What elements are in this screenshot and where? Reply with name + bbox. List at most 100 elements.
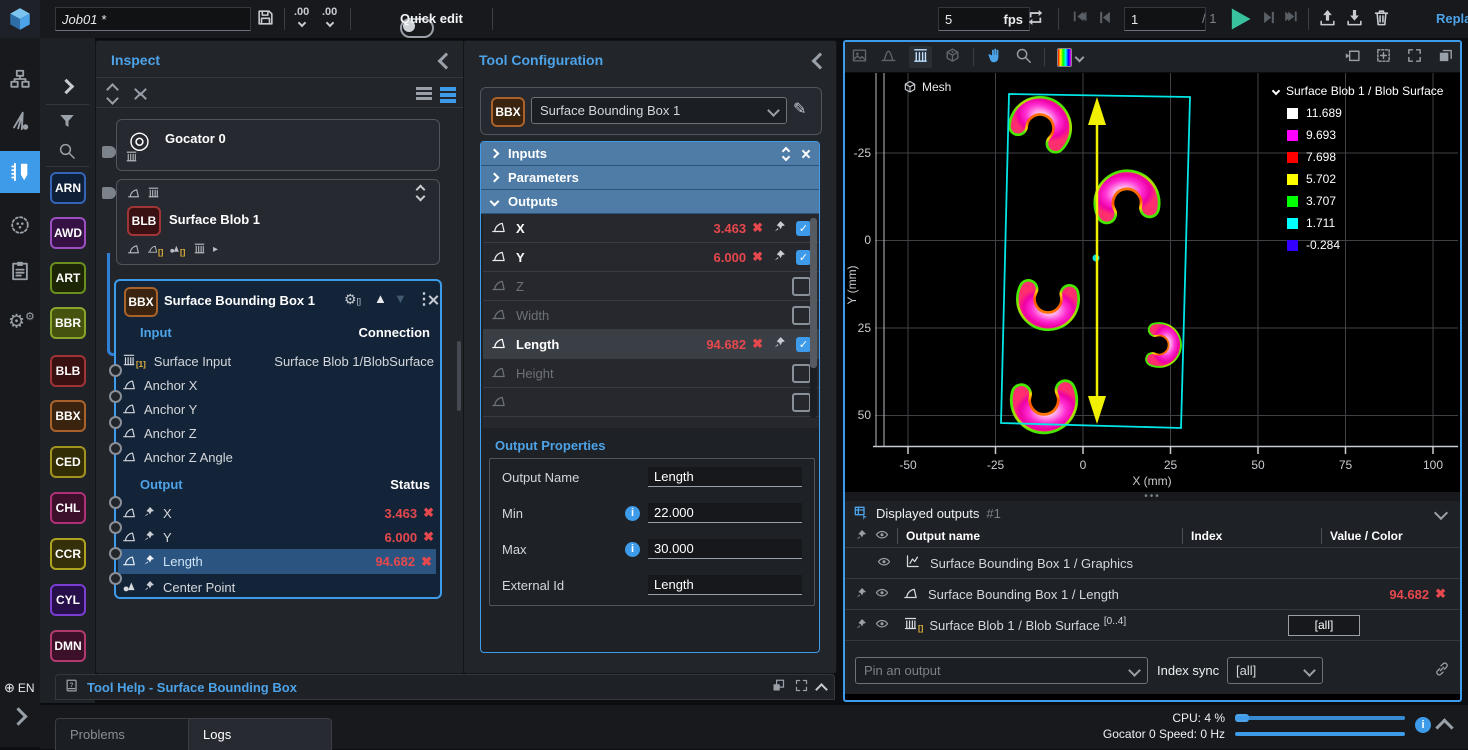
fps-field[interactable]: 5 fps: [938, 7, 1030, 31]
pin-icon[interactable]: [143, 580, 155, 595]
output-enabled-checkbox[interactable]: ✓: [796, 221, 811, 236]
palette-expand-button[interactable]: [61, 80, 72, 95]
sections-collapse-icon[interactable]: [803, 148, 809, 160]
blob-out-angle-icon[interactable]: [127, 242, 140, 258]
anchor-x-socket[interactable]: [109, 364, 122, 377]
compact-view-button-active[interactable]: [440, 87, 456, 103]
blob-out-surface-icon[interactable]: [193, 242, 206, 258]
collapse-all-button[interactable]: [136, 85, 145, 103]
filter-tools-icon[interactable]: [58, 112, 76, 133]
tool-badge-art[interactable]: ART: [50, 262, 86, 294]
frame-number-input[interactable]: [1124, 7, 1206, 31]
move-up-icon[interactable]: ▲: [374, 291, 387, 306]
eye-icon[interactable]: [877, 555, 891, 572]
index-value-input[interactable]: [all]: [1288, 615, 1360, 636]
surface-view-icon-active[interactable]: [909, 46, 932, 68]
fps-value[interactable]: 5: [945, 12, 952, 27]
tc-output-width-row[interactable]: Width: [483, 301, 819, 330]
search-tools-icon[interactable]: [58, 142, 76, 163]
mesh-view-icon[interactable]: [944, 47, 961, 67]
card-collapse-toggle[interactable]: [417, 186, 424, 200]
viewer-splitter-handle[interactable]: •••: [845, 492, 1460, 501]
loop-playback-button[interactable]: [1026, 8, 1045, 30]
anchor-y-row[interactable]: Anchor Y: [122, 397, 434, 421]
output-enabled-checkbox[interactable]: [792, 306, 811, 325]
export-button[interactable]: [1318, 8, 1337, 30]
inputs-section-header[interactable]: Inputs: [481, 142, 819, 166]
mesh-indicator[interactable]: Mesh: [903, 80, 951, 94]
anchor-z-socket[interactable]: [109, 416, 122, 429]
chevron-down-icon[interactable]: [1434, 506, 1448, 520]
link-icon[interactable]: [1434, 661, 1450, 680]
parameters-section-header[interactable]: Parameters: [481, 166, 819, 190]
tc-output-height-row[interactable]: Height: [483, 359, 819, 388]
status-info-icon[interactable]: i: [1415, 717, 1431, 733]
models-icon[interactable]: [9, 214, 31, 239]
output-enabled-checkbox[interactable]: ✓: [796, 337, 811, 352]
info-icon[interactable]: i: [625, 506, 640, 521]
do-row-graphics[interactable]: Surface Bounding Box 1 / Graphics: [845, 547, 1460, 579]
anchor-z-row[interactable]: Anchor Z: [122, 421, 434, 445]
legend-collapse-icon[interactable]: [1272, 87, 1280, 95]
anchor-y-socket[interactable]: [109, 390, 122, 403]
app-logo[interactable]: [0, 0, 40, 38]
output-enabled-checkbox[interactable]: [792, 364, 811, 383]
tab-logs-active[interactable]: Logs: [188, 718, 332, 750]
max-input[interactable]: [648, 539, 802, 559]
chevron-up-icon[interactable]: [815, 683, 828, 696]
eye-icon[interactable]: [875, 617, 889, 634]
output-enabled-checkbox[interactable]: [792, 277, 811, 296]
expand-rail-button[interactable]: [12, 710, 25, 726]
decrease-decimals-button[interactable]: .00: [294, 7, 309, 29]
tc-output-length-row-selected[interactable]: Length 94.682 ✖ ✓: [483, 330, 819, 359]
inspect-scrollbar-thumb[interactable]: [457, 341, 461, 411]
skip-first-frame-button[interactable]: [1072, 10, 1089, 28]
settings-gears-icon[interactable]: ⚙⚙: [8, 310, 35, 333]
pin-icon[interactable]: [855, 618, 867, 633]
play-button[interactable]: [1226, 5, 1254, 36]
language-selector[interactable]: ⊕ EN: [4, 680, 35, 696]
surface-input-icon[interactable]: [147, 186, 160, 202]
info-icon[interactable]: i: [625, 542, 640, 557]
tool-badge-bbr[interactable]: BBR: [50, 307, 86, 339]
tool-badge-ccr[interactable]: CCR: [50, 538, 86, 570]
expand-help-icon[interactable]: [794, 678, 809, 696]
outputs-scrollbar[interactable]: [810, 218, 817, 418]
tool-badge-dmn[interactable]: DMN: [50, 630, 86, 662]
rename-tool-pencil-icon[interactable]: ✎: [793, 99, 806, 119]
move-down-icon[interactable]: ▼: [394, 291, 407, 306]
zoom-magnifier-icon[interactable]: [1015, 47, 1032, 67]
output-center-point-row[interactable]: Center Point: [122, 575, 434, 599]
save-button[interactable]: [256, 8, 275, 30]
skip-last-frame-button[interactable]: [1284, 10, 1301, 28]
tool-config-collapse-button[interactable]: [814, 55, 826, 70]
tool-badge-chl[interactable]: CHL: [50, 492, 86, 524]
sections-expand-icon[interactable]: [783, 148, 789, 160]
pan-hand-icon[interactable]: [986, 47, 1003, 67]
tool-badge-awd[interactable]: AWD: [50, 217, 86, 249]
output-center-socket[interactable]: [109, 572, 122, 585]
pin-icon[interactable]: [855, 587, 867, 602]
pin-icon[interactable]: [143, 506, 155, 521]
tool-badge-blb[interactable]: BLB: [50, 355, 86, 387]
pin-icon[interactable]: [773, 336, 786, 352]
import-button[interactable]: [1345, 8, 1364, 30]
output-x-row[interactable]: X 3.463 ✖: [122, 501, 434, 525]
previous-frame-button[interactable]: [1098, 10, 1112, 28]
gocator-card[interactable]: ◎ Gocator 0: [116, 119, 440, 171]
surface-blob-card[interactable]: BLB Surface Blob 1 [] [] ▸: [116, 179, 440, 265]
tool-badge-ced[interactable]: CED: [50, 446, 86, 478]
delete-button[interactable]: [1372, 8, 1391, 30]
blob-out-more-icon[interactable]: ▸: [213, 244, 218, 255]
min-input[interactable]: [648, 503, 802, 523]
output-length-socket[interactable]: [109, 547, 122, 560]
pin-an-output-dropdown[interactable]: Pin an output: [855, 657, 1148, 684]
list-view-button[interactable]: [416, 87, 432, 100]
blob-out-array1-icon[interactable]: []: [147, 242, 163, 258]
popout-icon[interactable]: [771, 678, 786, 696]
video-view-icon[interactable]: [851, 47, 868, 67]
anchor-z-angle-row[interactable]: Anchor Z Angle: [122, 445, 434, 469]
tc-output-x-row[interactable]: X 3.463 ✖ ✓: [483, 214, 819, 243]
outputs-section-header[interactable]: Outputs: [481, 190, 819, 214]
tab-problems[interactable]: Problems: [55, 718, 204, 750]
